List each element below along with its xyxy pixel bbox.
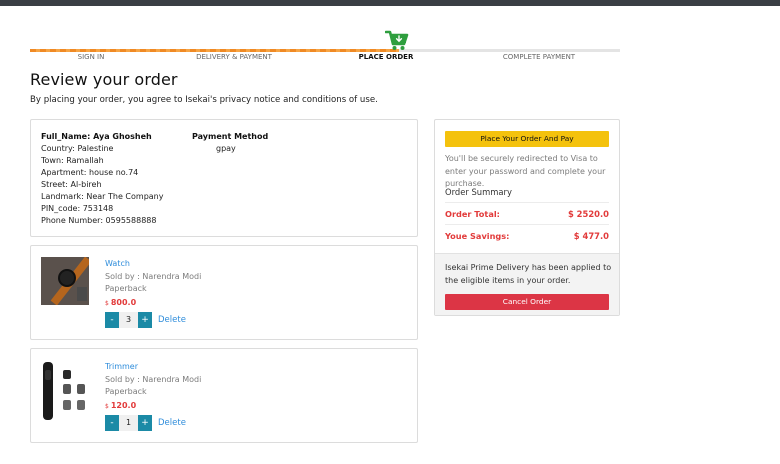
- item-info: Trimmer Sold by : Narendra Modi Paperbac…: [105, 361, 201, 413]
- divider: [445, 224, 609, 225]
- item-price: $120.0: [105, 400, 201, 414]
- place-order-button[interactable]: Place Your Order And Pay: [445, 131, 609, 147]
- prime-delivery-note: Isekai Prime Delivery has been applied t…: [445, 263, 612, 285]
- address-town: Town: Ramallah: [41, 156, 104, 165]
- address-phone: Phone Number: 0595588888: [41, 216, 157, 225]
- payment-method: Payment Method gpay: [192, 131, 268, 155]
- page-subtitle: By placing your order, you agree to Isek…: [30, 95, 378, 105]
- item-price-value: 120.0: [110, 400, 137, 410]
- savings-label: Youe Savings:: [445, 231, 510, 241]
- order-total-row: Order Total: $ 2520.0: [445, 209, 609, 219]
- cancel-order-button[interactable]: Cancel Order: [445, 294, 609, 310]
- increase-quantity-button[interactable]: +: [138, 312, 152, 328]
- quantity-value: 1: [119, 415, 138, 431]
- quantity-value: 3: [119, 312, 138, 328]
- item-seller: Sold by : Narendra Modi: [105, 374, 202, 384]
- redirect-note: You'll be securely redirected to Visa to…: [445, 154, 606, 188]
- customer-name: Full_Name: Aya Ghosheh: [41, 132, 152, 141]
- item-name-link[interactable]: Trimmer: [105, 361, 201, 374]
- quantity-stepper: - 1 + Delete: [105, 415, 186, 431]
- address-pin-code: PIN_code: 753148: [41, 204, 114, 213]
- item-format: Paperback: [105, 284, 147, 293]
- delete-item-link[interactable]: Delete: [158, 315, 186, 325]
- item-name-link[interactable]: Watch: [105, 258, 201, 271]
- decrease-quantity-button[interactable]: -: [105, 415, 119, 431]
- address-apartment: Apartment: house no.74: [41, 168, 139, 177]
- step-place-order: PLACE ORDER: [358, 53, 414, 61]
- item-seller: Sold by : Narendra Modi: [105, 271, 202, 281]
- trimmer-image: [43, 362, 85, 420]
- step-sign-in: SIGN IN: [77, 53, 105, 61]
- delete-item-link[interactable]: Delete: [158, 418, 186, 428]
- savings-row: Youe Savings: $ 477.0: [445, 231, 609, 241]
- order-summary-card: Place Your Order And Pay You'll be secur…: [434, 119, 620, 316]
- step-complete-payment: COMPLETE PAYMENT: [502, 53, 576, 61]
- shopping-cart-icon: [385, 30, 409, 50]
- top-bar: [0, 0, 780, 6]
- watch-image: [41, 257, 89, 305]
- decrease-quantity-button[interactable]: -: [105, 312, 119, 328]
- order-total-value: $ 2520.0: [567, 209, 609, 219]
- cart-item: Watch Sold by : Narendra Modi Paperback …: [30, 245, 418, 340]
- address-street: Street: Al-bireh: [41, 180, 102, 189]
- quantity-stepper: - 3 + Delete: [105, 312, 186, 328]
- prime-delivery-section: Isekai Prime Delivery has been applied t…: [435, 253, 619, 315]
- order-summary-title: Order Summary: [445, 187, 512, 197]
- item-format: Paperback: [105, 387, 147, 396]
- item-price-value: 800.0: [110, 297, 137, 307]
- step-delivery-payment: DELIVERY & PAYMENT: [196, 53, 272, 61]
- progress-fill: [30, 49, 399, 52]
- cart-item: Trimmer Sold by : Narendra Modi Paperbac…: [30, 348, 418, 443]
- increase-quantity-button[interactable]: +: [138, 415, 152, 431]
- divider: [445, 202, 609, 203]
- order-total-label: Order Total:: [445, 209, 500, 219]
- checkout-progress: SIGN IN DELIVERY & PAYMENT PLACE ORDER C…: [30, 30, 620, 64]
- payment-method-title: Payment Method: [192, 132, 269, 141]
- page-title: Review your order: [30, 70, 178, 89]
- payment-method-value: gpay: [216, 144, 236, 153]
- address-landmark: Landmark: Near The Company: [41, 192, 164, 201]
- shipping-address: Full_Name: Aya Ghosheh Country: Palestin…: [41, 131, 163, 227]
- currency-symbol: $: [105, 299, 109, 307]
- currency-symbol: $: [105, 402, 109, 410]
- progress-track: [30, 49, 620, 52]
- item-price: $800.0: [105, 297, 201, 311]
- address-country: Country: Palestine: [41, 144, 114, 153]
- savings-value: $ 477.0: [573, 231, 609, 241]
- shipping-address-card: Full_Name: Aya Ghosheh Country: Palestin…: [30, 119, 418, 237]
- item-info: Watch Sold by : Narendra Modi Paperback …: [105, 258, 201, 310]
